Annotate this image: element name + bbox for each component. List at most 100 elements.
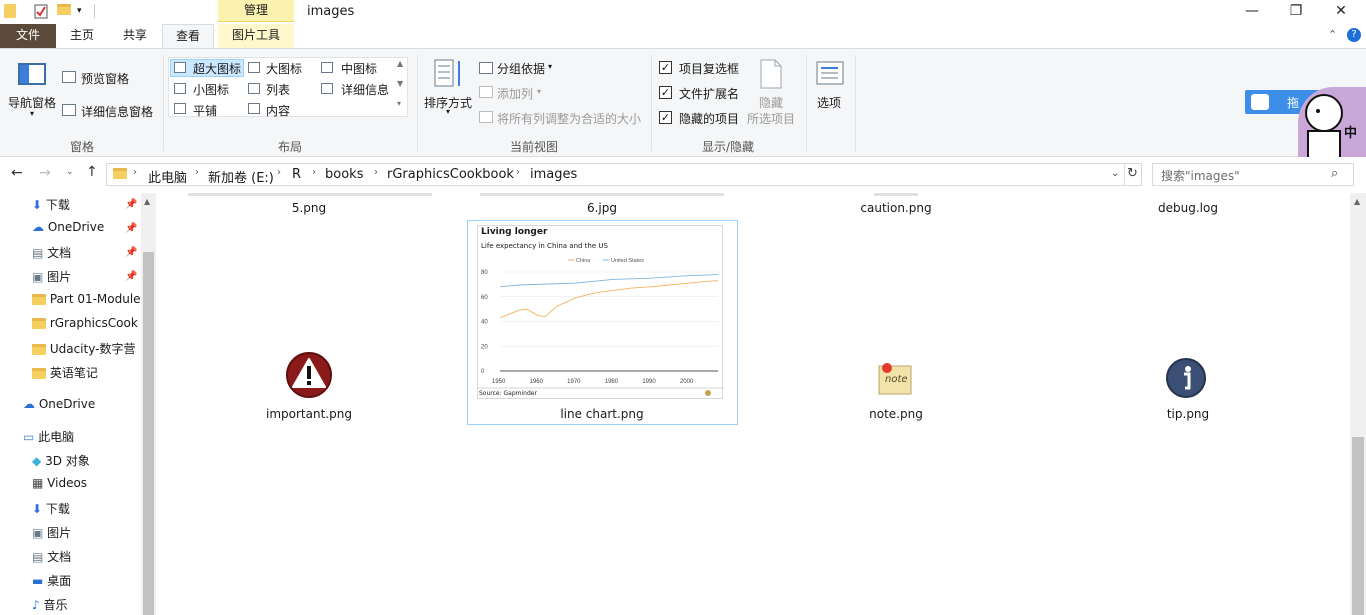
manage-context-tab[interactable]: 管理 — [218, 0, 294, 22]
layout-medium-icons[interactable]: 中图标 — [341, 60, 377, 77]
tab-home[interactable]: 主页 — [62, 24, 102, 48]
tab-view[interactable]: 查看 — [162, 24, 214, 48]
breadcrumb-rgraphicscookbook[interactable]: rGraphicsCookbook — [387, 167, 514, 182]
sidebar-item-pictures[interactable]: ▣ 图片 — [32, 268, 71, 285]
sidebar-item-udacity[interactable]: Udacity-数字营 — [32, 340, 135, 357]
back-button[interactable]: ← — [11, 165, 23, 181]
hide-selected-button[interactable]: 隐藏 — [759, 94, 783, 111]
hidden-items-label: 隐藏的项目 — [679, 112, 740, 126]
breadcrumb-separator[interactable]: › — [195, 167, 199, 178]
sidebar-item-part01[interactable]: Part 01-Module — [32, 292, 141, 306]
file-extensions-checkbox[interactable]: ✓ — [659, 86, 672, 99]
preview-pane-button[interactable]: 预览窗格 — [81, 70, 129, 87]
warning-icon[interactable] — [284, 350, 334, 403]
scroll-up-icon[interactable]: ▲ — [1354, 197, 1360, 206]
sidebar-item-videos[interactable]: ▦ Videos — [32, 476, 87, 490]
file-label-6jpg[interactable]: 6.jpg — [467, 201, 737, 215]
sidebar-item-pc-pictures[interactable]: ▣ 图片 — [32, 524, 71, 541]
group-label-show-hide: 显示/隐藏 — [701, 140, 755, 154]
file-label-caution[interactable]: caution.png — [761, 201, 1031, 215]
sidebar-item-desktop[interactable]: ▬ 桌面 — [32, 572, 71, 589]
sidebar-item-this-pc[interactable]: ▭ 此电脑 — [23, 428, 74, 445]
gallery-scroll-down-icon[interactable]: ▼ — [397, 79, 403, 88]
note-icon[interactable]: note — [876, 362, 914, 401]
close-button[interactable]: ✕ — [1318, 0, 1364, 24]
layout-small-icons[interactable]: 小图标 — [193, 81, 229, 98]
file-label-5png[interactable]: 5.png — [174, 201, 444, 215]
ime-mascot[interactable]: 中 — [1298, 87, 1366, 160]
layout-content[interactable]: 内容 — [266, 102, 290, 119]
options-button[interactable]: 选项 — [817, 94, 841, 111]
refresh-icon[interactable]: ↻ — [1127, 166, 1138, 181]
breadcrumb-drive[interactable]: 新加卷 (E:) — [208, 167, 274, 186]
group-by-button[interactable]: 分组依据 — [497, 60, 545, 77]
new-folder-icon[interactable] — [57, 4, 71, 15]
customize-toolbar-icon[interactable]: ▾ — [77, 6, 82, 16]
title-bar: ▾ 管理 images — ❐ ✕ — [0, 0, 1366, 24]
tab-picture-tools[interactable]: 图片工具 — [218, 24, 294, 48]
breadcrumb-separator[interactable]: › — [133, 167, 137, 178]
layout-list[interactable]: 列表 — [266, 81, 290, 98]
layout-details[interactable]: 详细信息 — [341, 81, 389, 98]
content-scrollbar-thumb[interactable] — [1352, 437, 1364, 615]
breadcrumb-separator[interactable]: › — [374, 167, 378, 178]
layout-large-icons[interactable]: 大图标 — [266, 60, 302, 77]
sidebar-item-downloads[interactable]: ⬇ 下载 — [32, 196, 70, 213]
file-label-important[interactable]: important.png — [174, 407, 444, 421]
chevron-down-icon: ▾ — [548, 62, 553, 71]
recent-locations-button[interactable]: ⌄ — [66, 167, 74, 177]
file-label-line-chart[interactable]: line chart.png — [467, 407, 737, 421]
sidebar-item-rgraphicscookbook[interactable]: rGraphicsCook — [32, 316, 138, 330]
separator — [1124, 164, 1125, 185]
gallery-scroll-up-icon[interactable]: ▲ — [397, 59, 403, 68]
breadcrumb-separator[interactable]: › — [516, 167, 520, 178]
up-button[interactable]: ↑ — [86, 164, 98, 180]
properties-icon[interactable] — [34, 4, 48, 22]
address-bar[interactable]: › 此电脑 › 新加卷 (E:) › R › books › rGraphics… — [106, 163, 1142, 186]
window-title: images — [307, 4, 355, 19]
item-checkboxes-checkbox[interactable]: ✓ — [659, 61, 672, 74]
scroll-up-icon[interactable]: ▲ — [144, 197, 150, 206]
sidebar-item-label: OneDrive — [38, 397, 96, 411]
breadcrumb-r[interactable]: R — [292, 167, 301, 182]
sidebar-item-music[interactable]: ♪ 音乐 — [32, 596, 68, 613]
tab-file[interactable]: 文件 — [0, 24, 56, 48]
breadcrumb-images[interactable]: images — [530, 167, 577, 182]
file-label-note[interactable]: note.png — [761, 407, 1031, 421]
nav-scrollbar-thumb[interactable] — [143, 252, 154, 615]
address-history-icon[interactable]: ⌄ — [1111, 168, 1119, 179]
note-icon-text: note — [885, 374, 908, 385]
sidebar-item-pc-downloads[interactable]: ⬇ 下载 — [32, 500, 70, 517]
sidebar-item-onedrive[interactable]: ☁ OneDrive — [32, 220, 104, 234]
sidebar-item-3d-objects[interactable]: ◆ 3D 对象 — [32, 452, 90, 469]
file-label-debuglog[interactable]: debug.log — [1053, 201, 1323, 215]
minimize-button[interactable]: — — [1229, 0, 1275, 24]
add-columns-button[interactable]: 添加列 — [497, 85, 533, 102]
help-icon[interactable]: ? — [1347, 28, 1361, 42]
search-icon[interactable]: ⌕ — [1331, 166, 1338, 181]
breadcrumb-this-pc[interactable]: 此电脑 — [148, 167, 187, 186]
tab-share[interactable]: 共享 — [115, 24, 155, 48]
chart-plot: 0 20 40 60 80 1950 1960 1970 1980 1990 2000 China Un… — [478, 258, 724, 396]
breadcrumb-separator[interactable]: › — [312, 167, 316, 178]
search-box[interactable]: 搜索"images" ⌕ — [1152, 163, 1354, 186]
chart-thumbnail[interactable]: Living longer Life expectancy in China a… — [477, 225, 724, 399]
layout-tiles[interactable]: 平铺 — [193, 102, 217, 119]
forward-button[interactable]: → — [39, 165, 51, 181]
file-label-tip[interactable]: tip.png — [1053, 407, 1323, 421]
collapse-ribbon-icon[interactable]: ⌃ — [1328, 28, 1337, 41]
hidden-items-checkbox[interactable]: ✓ — [659, 111, 672, 124]
size-all-columns-button[interactable]: 将所有列调整为合适的大小 — [497, 110, 641, 127]
details-pane-button[interactable]: 详细信息窗格 — [81, 103, 153, 120]
sidebar-item-onedrive-root[interactable]: ☁ OneDrive — [23, 397, 95, 411]
sidebar-item-pc-documents[interactable]: ▤ 文档 — [32, 548, 71, 565]
maximize-button[interactable]: ❐ — [1273, 0, 1319, 24]
sidebar-item-documents[interactable]: ▤ 文档 — [32, 244, 71, 261]
layout-xl-icons[interactable]: 超大图标 — [193, 60, 241, 77]
breadcrumb-books[interactable]: books — [325, 167, 363, 182]
info-icon[interactable] — [1165, 357, 1207, 402]
gallery-expand-icon[interactable]: ▾ — [397, 99, 401, 108]
add-columns-icon — [479, 86, 493, 98]
sidebar-item-english-notes[interactable]: 英语笔记 — [32, 364, 98, 381]
breadcrumb-separator[interactable]: › — [277, 167, 281, 178]
